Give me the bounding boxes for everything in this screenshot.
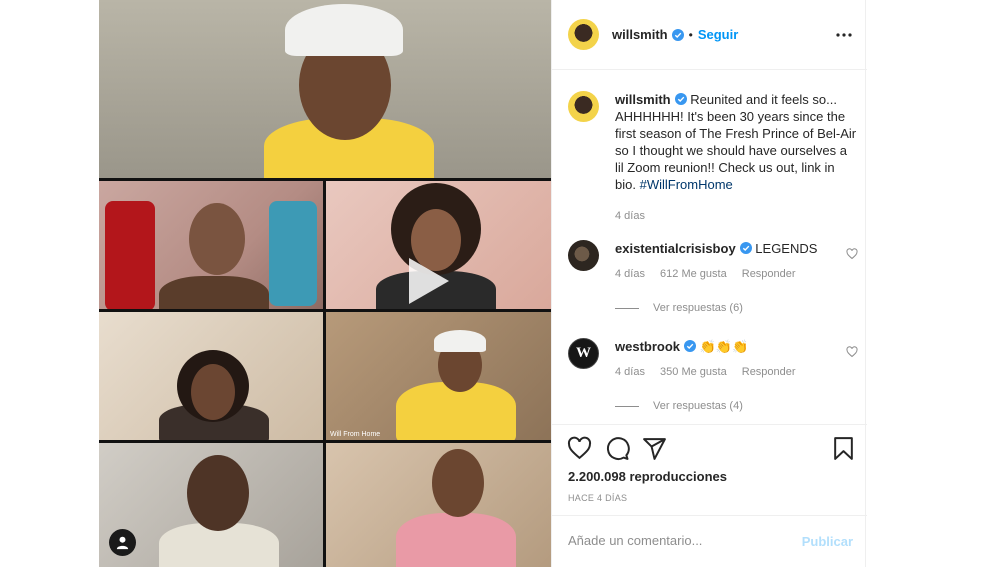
comment-username[interactable]: westbrook <box>615 339 680 354</box>
more-options-icon[interactable] <box>835 26 853 44</box>
view-replies-label: Ver respuestas (6) <box>653 302 743 314</box>
avatar[interactable] <box>568 19 599 50</box>
user-tag-icon[interactable] <box>109 529 136 556</box>
bookmark-icon[interactable] <box>831 436 856 461</box>
comment-item: W westbrook 👏👏👏 4 días 350 Me gusta Resp… <box>568 338 858 412</box>
video-tile-4: Will From Home <box>326 312 551 440</box>
reply-button[interactable]: Responder <box>742 366 796 378</box>
comment-meta: 4 días 612 Me gusta Responder <box>615 268 858 280</box>
video-tile-1 <box>99 181 323 309</box>
play-icon[interactable] <box>395 250 457 312</box>
heart-icon[interactable] <box>567 436 592 461</box>
verified-badge-icon <box>674 93 687 105</box>
action-bar <box>552 424 867 474</box>
avatar[interactable] <box>568 91 599 122</box>
view-replies-button[interactable]: Ver respuestas (6) <box>615 302 858 314</box>
comment-icon[interactable] <box>605 436 630 461</box>
share-icon[interactable] <box>642 436 667 461</box>
comment-likes[interactable]: 612 Me gusta <box>660 268 727 280</box>
view-replies-label: Ver respuestas (4) <box>653 400 743 412</box>
comment-item: existentialcrisisboy LEGENDS 4 días 612 … <box>568 240 858 314</box>
comment-like-icon[interactable] <box>846 346 858 358</box>
video-tile-6 <box>326 443 551 567</box>
reply-button[interactable]: Responder <box>742 268 796 280</box>
separator-dot: • <box>688 27 693 42</box>
comment-body: LEGENDS <box>755 241 818 256</box>
view-count[interactable]: 2.200.098 reproducciones <box>568 469 727 484</box>
tile-label: Will From Home <box>330 431 381 438</box>
follow-button[interactable]: Seguir <box>698 27 738 42</box>
comment-text: existentialcrisisboy LEGENDS <box>615 240 858 257</box>
hashtag-link[interactable]: #WillFromHome <box>640 177 733 192</box>
comment-time: 4 días <box>615 268 645 280</box>
post-video[interactable]: Will From Home <box>99 0 551 567</box>
comment-body: 👏👏👏 <box>699 339 749 354</box>
header-username[interactable]: willsmith <box>612 27 668 42</box>
post-timestamp: HACE 4 DÍAS <box>568 493 628 503</box>
comment-like-icon[interactable] <box>846 248 858 260</box>
comment-meta: 4 días 350 Me gusta Responder <box>615 366 858 378</box>
verified-badge-icon <box>671 28 684 41</box>
caption-text: willsmith Reunited and it feels so... AH… <box>615 91 858 193</box>
verified-badge-icon <box>739 242 752 254</box>
caption-username[interactable]: willsmith <box>615 92 671 107</box>
add-comment-section: Publicar <box>552 515 867 567</box>
avatar[interactable]: W <box>568 338 599 369</box>
verified-badge-icon <box>684 340 697 352</box>
comment-input[interactable] <box>568 533 778 548</box>
replies-divider <box>615 405 639 407</box>
video-tile-will <box>99 0 551 178</box>
comment-text: westbrook 👏👏👏 <box>615 338 858 355</box>
video-tile-3 <box>99 312 323 440</box>
comment-time: 4 días <box>615 366 645 378</box>
avatar[interactable] <box>568 240 599 271</box>
publish-button[interactable]: Publicar <box>802 534 853 549</box>
view-replies-button[interactable]: Ver respuestas (4) <box>615 400 858 412</box>
replies-divider <box>615 307 639 309</box>
post-side-panel: willsmith • Seguir willsmith Reunited an… <box>551 0 867 567</box>
caption-time: 4 días <box>615 210 645 222</box>
post-header: willsmith • Seguir <box>552 0 867 70</box>
comment-username[interactable]: existentialcrisisboy <box>615 241 736 256</box>
comment-likes[interactable]: 350 Me gusta <box>660 366 727 378</box>
post-caption: willsmith Reunited and it feels so... AH… <box>568 91 858 222</box>
